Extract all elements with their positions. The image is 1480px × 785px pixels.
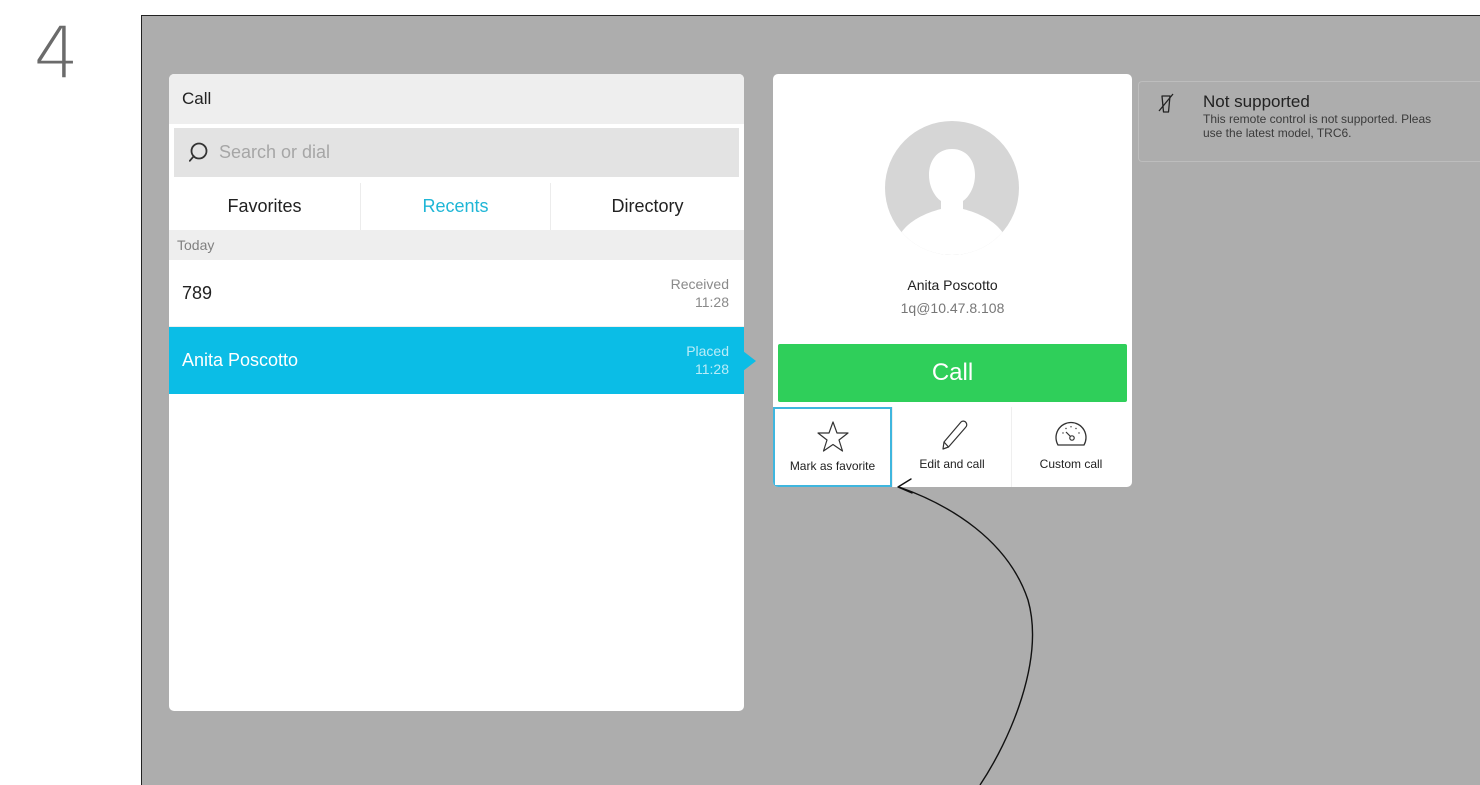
notification-body: This remote control is not supported. Pl… bbox=[1203, 112, 1480, 140]
recent-call-status: Placed bbox=[686, 343, 729, 359]
not-supported-notification: Not supported This remote control is not… bbox=[1138, 81, 1480, 162]
recent-call-time: 11:28 bbox=[695, 361, 729, 377]
notification-line: This remote control is not supported. Pl… bbox=[1203, 112, 1432, 126]
panel-header: Call bbox=[169, 74, 744, 124]
recent-call-name: 789 bbox=[182, 283, 213, 303]
section-header-today: Today bbox=[169, 230, 744, 260]
panel-title: Call bbox=[182, 89, 212, 108]
recent-call-time: 11:28 bbox=[695, 294, 729, 310]
recent-call-row[interactable]: 789 Received 11:28 bbox=[169, 260, 744, 327]
step-number: 4 bbox=[34, 12, 79, 94]
avatar bbox=[885, 121, 1019, 255]
tab-directory[interactable]: Directory bbox=[551, 183, 744, 230]
custom-call-button[interactable]: Custom call bbox=[1011, 407, 1130, 487]
call-button[interactable]: Call bbox=[778, 344, 1127, 402]
selection-pointer bbox=[743, 351, 756, 371]
star-icon bbox=[816, 421, 849, 452]
contact-uri: 1q@10.47.8.108 bbox=[900, 300, 1005, 316]
recent-call-status: Received bbox=[670, 276, 729, 292]
mark-as-favorite-button[interactable]: Mark as favorite bbox=[773, 407, 892, 487]
contact-card: Anita Poscotto 1q@10.47.8.108 Call Mark … bbox=[773, 74, 1132, 487]
contact-actions: Mark as favorite Edit and call Custom ca… bbox=[773, 407, 1132, 487]
remote-control-crossed-icon bbox=[1158, 93, 1174, 113]
contact-name: Anita Poscotto bbox=[907, 277, 998, 293]
recent-call-meta: Received 11:28 bbox=[671, 275, 729, 311]
search-placeholder: Search or dial bbox=[219, 142, 331, 162]
tab-bar: Favorites Recents Directory bbox=[169, 183, 744, 230]
gauge-icon bbox=[1055, 421, 1087, 446]
action-label: Edit and call bbox=[919, 457, 985, 471]
search-icon bbox=[189, 142, 208, 162]
pencil-icon bbox=[942, 420, 968, 450]
section-label: Today bbox=[177, 237, 215, 253]
recent-call-name: Anita Poscotto bbox=[182, 350, 299, 370]
notification-title: Not supported bbox=[1203, 92, 1310, 111]
action-label: Mark as favorite bbox=[789, 459, 876, 473]
notification-line: use the latest model, TRC6. bbox=[1203, 126, 1352, 140]
person-silhouette-icon bbox=[901, 149, 1003, 255]
recent-call-meta: Placed 11:28 bbox=[686, 342, 729, 378]
edit-and-call-button[interactable]: Edit and call bbox=[892, 407, 1011, 487]
tab-favorites[interactable]: Favorites bbox=[169, 183, 360, 230]
tab-recents[interactable]: Recents bbox=[360, 183, 551, 230]
search-input[interactable]: Search or dial bbox=[174, 128, 739, 177]
recent-call-row-selected[interactable]: Anita Poscotto Placed 11:28 bbox=[169, 327, 744, 394]
action-label: Custom call bbox=[1039, 457, 1103, 471]
